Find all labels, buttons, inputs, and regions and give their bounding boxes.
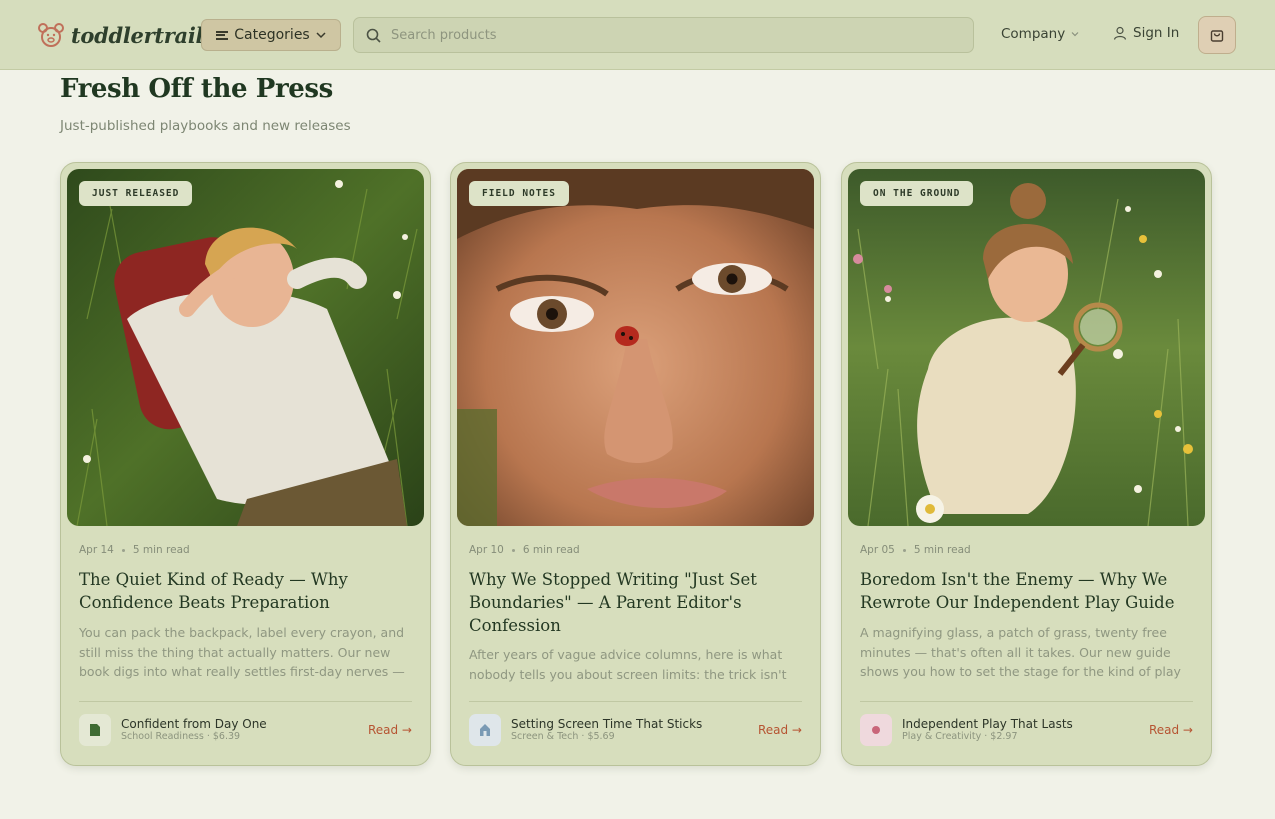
menu-icon xyxy=(216,30,229,40)
book-icon xyxy=(90,724,100,736)
categories-label: Categories xyxy=(234,27,310,43)
site-header: toddlertrail Categories Company Sign In xyxy=(0,0,1275,70)
cart-button[interactable] xyxy=(1198,16,1236,54)
separator-dot xyxy=(511,548,515,552)
related-product[interactable]: Confident from Day One School Readiness … xyxy=(79,713,412,747)
divider xyxy=(469,701,802,702)
product-thumbnail xyxy=(469,714,501,746)
article-tag: JUST RELEASED xyxy=(79,181,193,206)
related-product[interactable]: Independent Play That Lasts Play & Creat… xyxy=(860,713,1193,747)
article-read-time: 6 min read xyxy=(522,544,580,556)
article-title[interactable]: Boredom Isn't the Enemy — Why We Rewrote… xyxy=(860,568,1195,614)
read-link[interactable]: Read → xyxy=(758,723,802,737)
company-menu[interactable]: Company xyxy=(1001,26,1079,42)
user-icon xyxy=(1113,26,1127,40)
article-meta: Apr 10 6 min read xyxy=(469,544,580,556)
article-tag: ON THE GROUND xyxy=(860,181,974,206)
bear-logo-icon xyxy=(38,23,64,47)
article-title[interactable]: Why We Stopped Writing "Just Set Boundar… xyxy=(469,568,804,637)
article-title[interactable]: The Quiet Kind of Ready — Why Confidence… xyxy=(79,568,414,614)
product-thumbnail xyxy=(860,714,892,746)
read-link[interactable]: Read → xyxy=(368,723,412,737)
separator-dot xyxy=(121,548,125,552)
article-date: Apr 14 xyxy=(79,544,114,556)
brand-logo[interactable]: toddlertrail xyxy=(37,20,204,50)
article-image: ON THE GROUND xyxy=(848,169,1205,526)
sign-in-link[interactable]: Sign In xyxy=(1113,25,1179,41)
search-icon xyxy=(366,28,381,43)
product-meta: School Readiness · $6.39 xyxy=(121,731,241,742)
article-card[interactable]: FIELD NOTES Apr 10 6 min read Why We Sto… xyxy=(450,162,821,766)
product-name: Setting Screen Time That Sticks xyxy=(511,717,703,731)
divider xyxy=(79,701,412,702)
article-image: JUST RELEASED xyxy=(67,169,424,526)
article-image: FIELD NOTES xyxy=(457,169,814,526)
divider xyxy=(860,701,1193,702)
product-meta: Play & Creativity · $2.97 xyxy=(902,731,1018,742)
article-read-time: 5 min read xyxy=(132,544,190,556)
article-card[interactable]: ON THE GROUND Apr 05 5 min read Boredom … xyxy=(841,162,1212,766)
article-excerpt: A magnifying glass, a patch of grass, tw… xyxy=(860,625,1181,679)
related-product[interactable]: Setting Screen Time That Sticks Screen &… xyxy=(469,713,802,747)
separator-dot xyxy=(902,548,906,552)
house-icon xyxy=(480,724,490,736)
section-title: Fresh Off the Press xyxy=(60,74,333,104)
product-thumbnail xyxy=(79,714,111,746)
product-name: Confident from Day One xyxy=(121,717,267,731)
article-excerpt: You can pack the backpack, label every c… xyxy=(79,625,405,679)
categories-button[interactable]: Categories xyxy=(201,19,341,51)
article-date: Apr 10 xyxy=(469,544,504,556)
chevron-down-icon xyxy=(1071,32,1079,37)
article-meta: Apr 05 5 min read xyxy=(860,544,971,556)
article-read-time: 5 min read xyxy=(913,544,971,556)
article-excerpt: After years of vague advice columns, her… xyxy=(469,647,787,682)
article-meta: Apr 14 5 min read xyxy=(79,544,190,556)
article-tag: FIELD NOTES xyxy=(469,181,569,206)
product-meta: Screen & Tech · $5.69 xyxy=(511,731,615,742)
chevron-down-icon xyxy=(316,32,326,39)
search-input[interactable] xyxy=(391,27,951,43)
article-date: Apr 05 xyxy=(860,544,895,556)
search-bar[interactable] xyxy=(353,17,974,53)
company-label: Company xyxy=(1001,26,1066,42)
dot-icon xyxy=(872,726,880,734)
brand-name: toddlertrail xyxy=(71,22,204,48)
shopping-bag-icon xyxy=(1210,30,1224,42)
product-name: Independent Play That Lasts xyxy=(902,717,1073,731)
read-link[interactable]: Read → xyxy=(1149,723,1193,737)
sign-in-label: Sign In xyxy=(1133,25,1180,41)
article-card[interactable]: JUST RELEASED Apr 14 5 min read The Quie… xyxy=(60,162,431,766)
section-subtitle: Just-published playbooks and new release… xyxy=(60,118,351,134)
